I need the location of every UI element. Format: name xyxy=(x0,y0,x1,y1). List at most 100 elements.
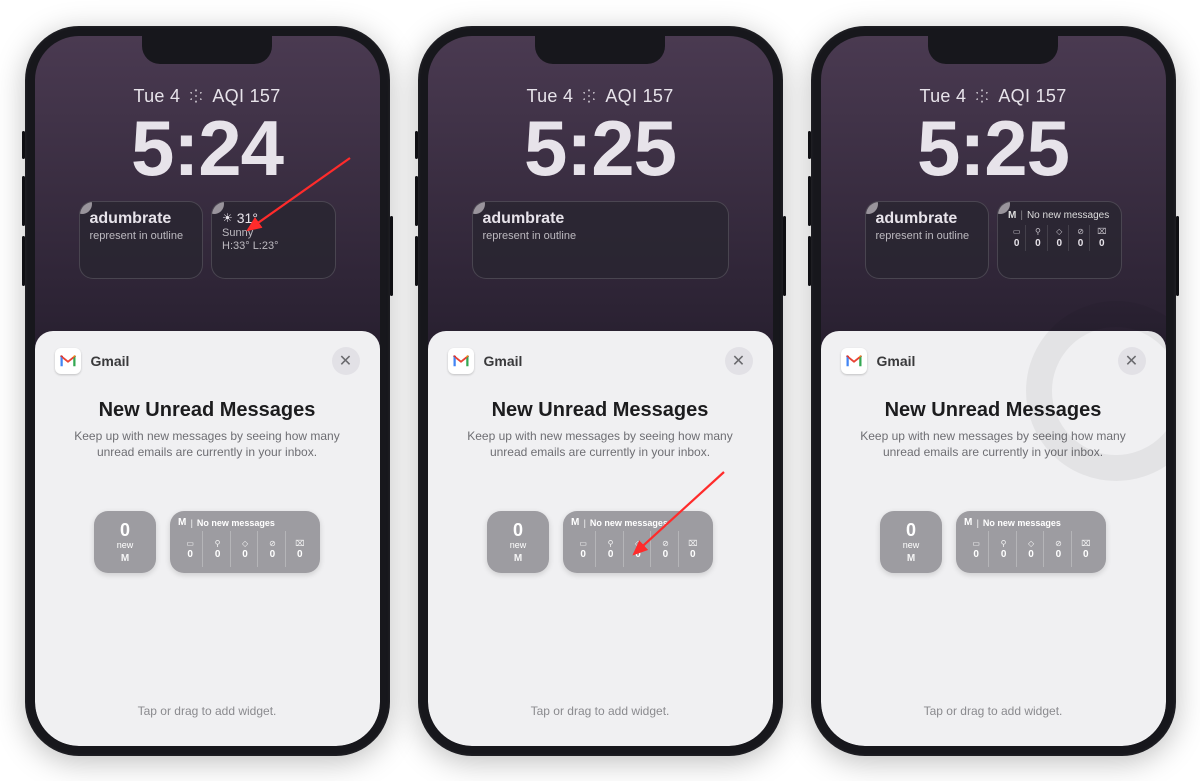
category-count: 0 xyxy=(635,549,641,560)
aqi-icon xyxy=(974,88,990,104)
widget-category-cell: ⚲0 xyxy=(205,531,230,567)
close-button[interactable]: ✕ xyxy=(725,347,753,375)
lock-screen-widget-row[interactable]: −adumbraterepresent in outline−M|No new … xyxy=(845,201,1142,279)
widget-category-cell: ◇0 xyxy=(1051,225,1069,251)
weather-widget[interactable]: −☀︎31°SunnyH:33° L:23° xyxy=(211,201,336,279)
dictionary-word: adumbrate xyxy=(90,210,193,228)
dictionary-widget[interactable]: −adumbraterepresent in outline xyxy=(79,201,204,279)
category-count: 0 xyxy=(270,549,276,560)
phone-frame: Tue 4AQI 1575:24−adumbraterepresent in o… xyxy=(25,26,390,756)
widget-option-large[interactable]: M | No new messages▭0⚲0◇0⊘0⌧0 xyxy=(956,511,1106,573)
sheet-hint: Tap or drag to add widget. xyxy=(55,690,360,726)
category-count: 0 xyxy=(663,549,669,560)
aqi-icon xyxy=(188,88,204,104)
category-icon: ⚲ xyxy=(1001,539,1007,548)
category-icon: ⚲ xyxy=(1035,227,1041,236)
lock-screen-widget-row[interactable]: −adumbraterepresent in outline xyxy=(452,201,749,279)
category-count: 0 xyxy=(187,549,193,560)
phone-notch xyxy=(928,36,1058,64)
widget-picker-sheet: Gmail✕New Unread MessagesKeep up with ne… xyxy=(821,331,1166,746)
widget-option-small[interactable]: 0newM xyxy=(94,511,156,573)
weather-temp: 31° xyxy=(237,210,258,226)
widget-category-cell: ▭0 xyxy=(964,531,989,567)
lock-screen-clock[interactable]: 5:24 xyxy=(59,109,356,187)
category-count: 0 xyxy=(1099,238,1105,249)
widget-category-cell: ⌧0 xyxy=(288,531,312,567)
phone-screen: Tue 4AQI 1575:25−adumbraterepresent in o… xyxy=(428,36,773,746)
close-button[interactable]: ✕ xyxy=(332,347,360,375)
widget-head-text: No new messages xyxy=(197,518,275,528)
dictionary-widget[interactable]: −adumbraterepresent in outline xyxy=(865,201,990,279)
widget-category-cell: ⌧0 xyxy=(681,531,705,567)
widget-category-cell: ⊘0 xyxy=(1046,531,1071,567)
close-icon: ✕ xyxy=(1125,351,1138,371)
unread-count: 0 xyxy=(120,521,130,539)
dictionary-widget[interactable]: −adumbraterepresent in outline xyxy=(472,201,729,279)
aqi-icon xyxy=(581,88,597,104)
widget-category-cell: ◇0 xyxy=(1019,531,1044,567)
lock-screen-clock[interactable]: 5:25 xyxy=(452,109,749,187)
dictionary-definition: represent in outline xyxy=(90,230,193,242)
weather-condition: Sunny xyxy=(222,227,325,239)
widget-option-small[interactable]: 0newM xyxy=(880,511,942,573)
gmail-glyph-icon: M xyxy=(514,553,522,564)
category-count: 0 xyxy=(580,549,586,560)
sheet-description: Keep up with new messages by seeing how … xyxy=(456,428,745,462)
gmail-glyph-icon: M xyxy=(571,517,579,528)
unread-count: 0 xyxy=(906,521,916,539)
category-count: 0 xyxy=(973,549,979,560)
gmail-app-icon xyxy=(55,348,81,374)
widget-category-cell: ⊘0 xyxy=(653,531,678,567)
dictionary-definition: represent in outline xyxy=(483,230,718,242)
widget-option-large[interactable]: M | No new messages▭0⚲0◇0⊘0⌧0 xyxy=(563,511,713,573)
dictionary-word: adumbrate xyxy=(483,210,718,228)
widget-category-cell: ⊘0 xyxy=(1072,225,1090,251)
widget-category-cell: ▭0 xyxy=(178,531,203,567)
widget-option-large[interactable]: M | No new messages▭0⚲0◇0⊘0⌧0 xyxy=(170,511,320,573)
widget-option-small[interactable]: 0new M xyxy=(487,511,549,573)
close-icon: ✕ xyxy=(339,351,352,371)
category-count: 0 xyxy=(242,549,248,560)
widget-category-cell: ◇0 xyxy=(233,531,258,567)
category-count: 0 xyxy=(690,549,696,560)
widget-picker-sheet: Gmail✕New Unread MessagesKeep up with ne… xyxy=(35,331,380,746)
unread-count: 0 xyxy=(513,521,523,539)
phone-screen: Tue 4AQI 1575:24−adumbraterepresent in o… xyxy=(35,36,380,746)
category-count: 0 xyxy=(1056,549,1062,560)
category-count: 0 xyxy=(1083,549,1089,560)
sheet-title: New Unread Messages xyxy=(448,399,753,422)
category-count: 0 xyxy=(1014,238,1020,249)
category-count: 0 xyxy=(1078,238,1084,249)
category-count: 0 xyxy=(215,549,221,560)
phone-notch xyxy=(142,36,272,64)
sheet-app-name: Gmail xyxy=(877,353,916,369)
gmail-app-icon xyxy=(448,348,474,374)
category-count: 0 xyxy=(1056,238,1062,249)
widget-category-cell: ⚲0 xyxy=(991,531,1016,567)
category-icon: ⊘ xyxy=(1055,539,1062,548)
unread-label: new xyxy=(510,540,527,550)
sheet-title: New Unread Messages xyxy=(55,399,360,422)
phone-notch xyxy=(535,36,665,64)
category-icon: ◇ xyxy=(242,539,248,548)
category-icon: ⌧ xyxy=(688,539,697,548)
category-icon: ⚲ xyxy=(215,539,221,548)
widget-picker-sheet: Gmail✕New Unread MessagesKeep up with ne… xyxy=(428,331,773,746)
category-icon: ⊘ xyxy=(269,539,276,548)
close-button[interactable]: ✕ xyxy=(1118,347,1146,375)
widget-category-cell: ◇0 xyxy=(626,531,651,567)
widget-category-cell: ⊘0 xyxy=(260,531,285,567)
lock-screen-widget-row[interactable]: −adumbraterepresent in outline−☀︎31°Sunn… xyxy=(59,201,356,279)
category-icon: ⌧ xyxy=(1081,539,1090,548)
category-count: 0 xyxy=(1001,549,1007,560)
lock-screen-clock[interactable]: 5:25 xyxy=(845,109,1142,187)
category-icon: ▭ xyxy=(1013,227,1021,236)
category-icon: ◇ xyxy=(635,539,641,548)
widget-category-cell: ⚲0 xyxy=(598,531,623,567)
widget-head-text: No new messages xyxy=(983,518,1061,528)
gmail-widget[interactable]: −M|No new messages▭0⚲0◇0⊘0⌧0 xyxy=(997,201,1122,279)
category-icon: ⌧ xyxy=(1097,227,1106,236)
widget-head-text: No new messages xyxy=(590,518,668,528)
widget-category-cell: ⌧0 xyxy=(1074,531,1098,567)
category-count: 0 xyxy=(297,549,303,560)
